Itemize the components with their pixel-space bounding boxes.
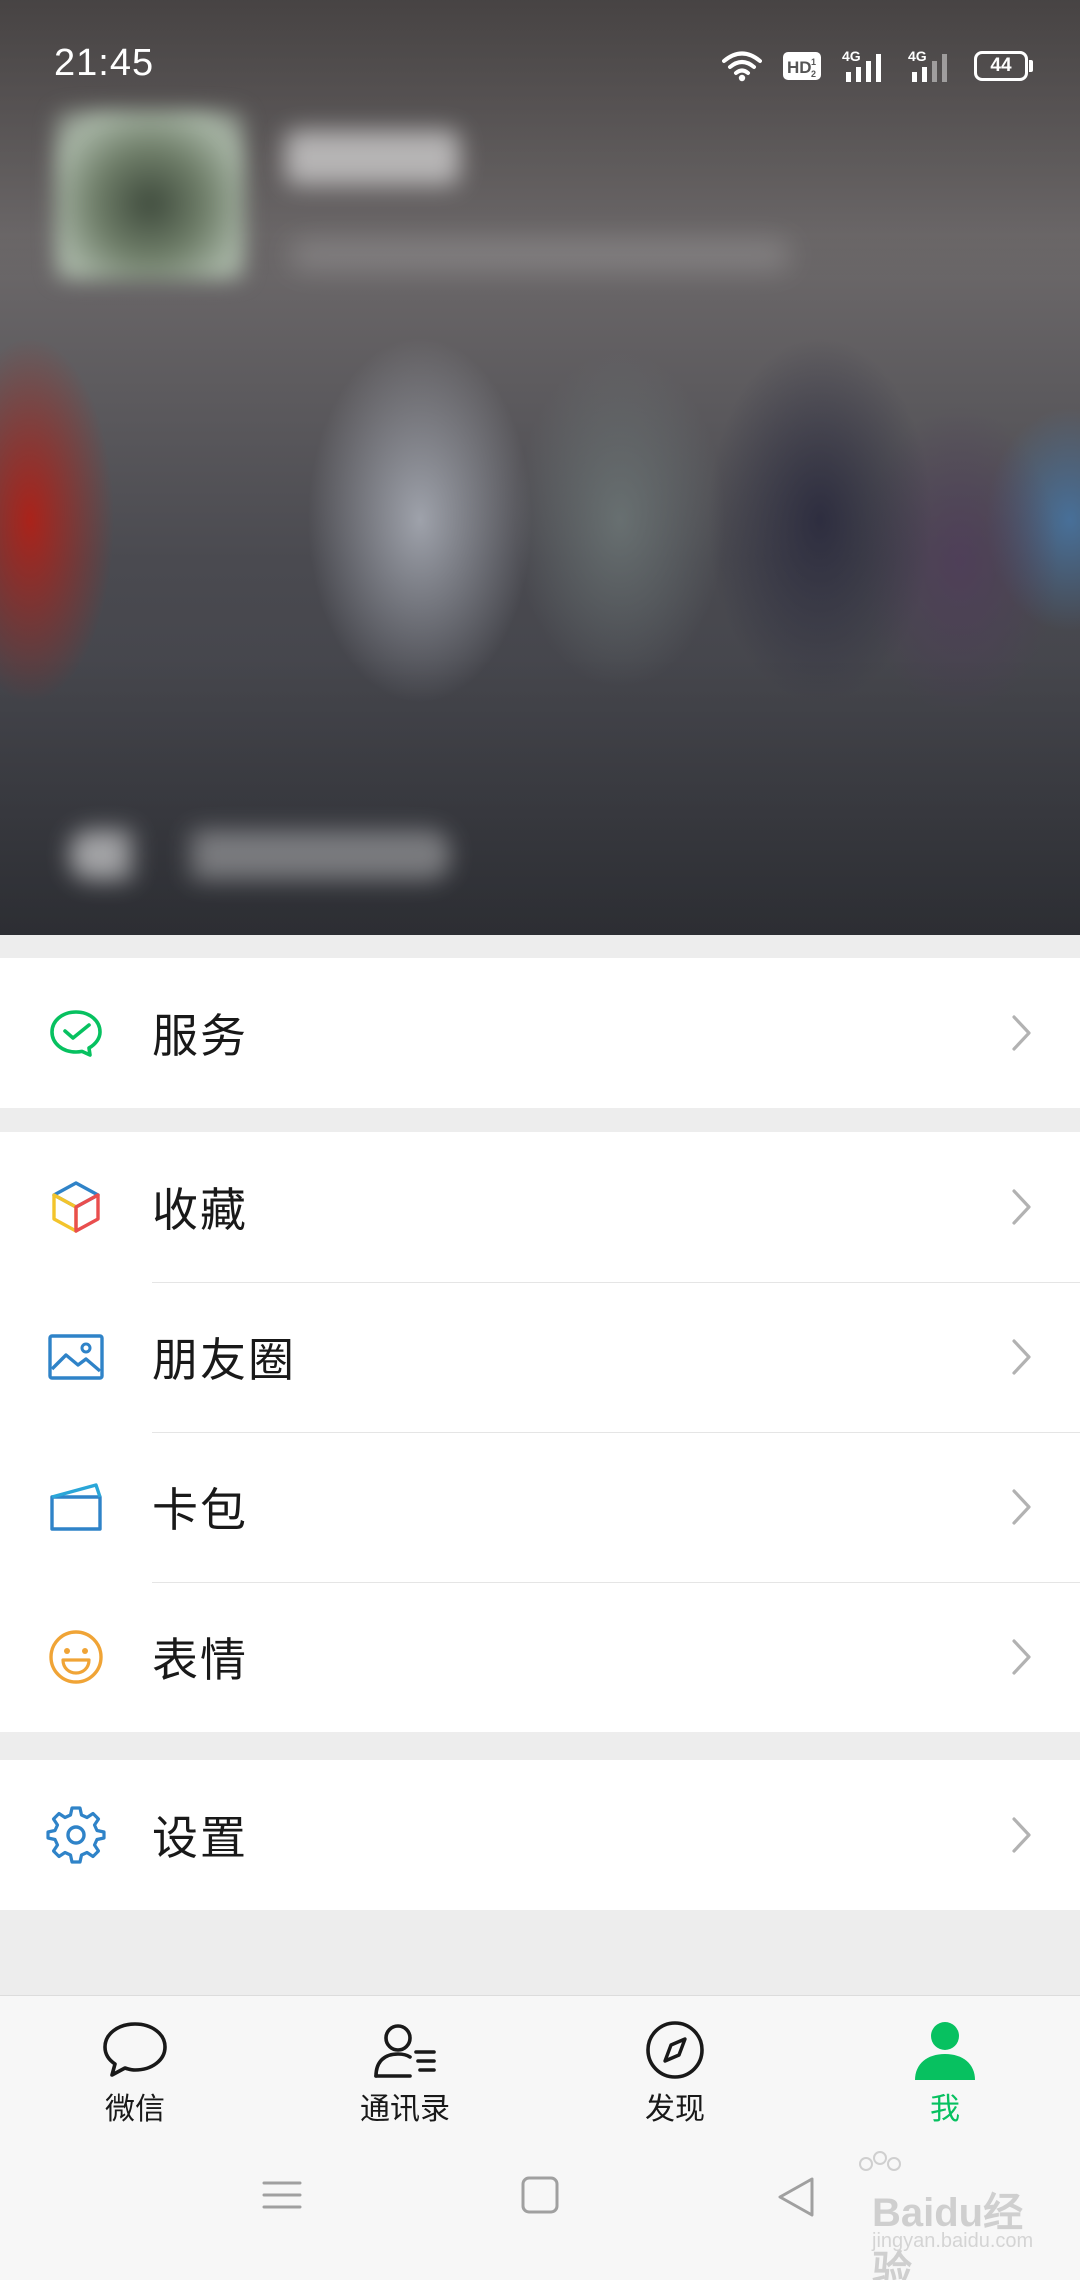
avatar[interactable] [55,110,245,280]
profile-status[interactable] [70,830,450,880]
wechat-id [290,240,790,270]
back-icon[interactable] [776,2175,816,2219]
tab-me[interactable]: 我 [810,1996,1080,2136]
contacts-icon [374,2024,436,2078]
chevron-right-icon [1012,1189,1031,1225]
wifi-icon [722,51,762,82]
status-bar: 21:45 HD 1 2 4G 4G 44 [0,0,1080,130]
menu-item-settings[interactable]: 设置 [0,1760,1080,1910]
menu-label-moments: 朋友圈 [152,1333,296,1387]
image-icon [48,1334,104,1380]
chevron-right-icon [1012,1817,1031,1853]
home-icon[interactable] [520,2175,560,2215]
tab-label-contacts: 通讯录 [360,2092,450,2127]
tab-chats[interactable]: 微信 [0,1996,270,2136]
hd-label: HD [787,58,812,77]
menu-label-services: 服务 [152,1009,248,1063]
compass-icon [646,2021,704,2079]
chevron-right-icon [1012,1015,1031,1051]
signal-icon-2: 4G [908,48,947,82]
tab-contacts[interactable]: 通讯录 [270,1996,540,2136]
chat-bubble-icon [103,2022,167,2077]
smiley-icon [49,1630,103,1684]
chevron-right-icon [1012,1489,1031,1525]
menu-label-stickers: 表情 [152,1633,248,1687]
status-icons: HD 1 2 4G 4G 44 [722,46,1033,86]
battery-level: 44 [990,55,1012,76]
svg-text:1: 1 [811,57,816,67]
network-label-2: 4G [908,48,927,64]
svg-text:2: 2 [811,69,816,79]
signal-icon-1: 4G [842,48,881,82]
menu-icon[interactable] [262,2175,302,2215]
menu-item-services[interactable]: 服务 [0,958,1080,1108]
tab-label-me: 我 [930,2092,960,2127]
card-wallet-icon [50,1483,102,1531]
menu-label-cards: 卡包 [152,1483,248,1537]
chevron-right-icon [1012,1339,1031,1375]
menu-section-services: 服务 [0,958,1080,1108]
menu-item-cards[interactable]: 卡包 [0,1432,1080,1582]
gear-icon [46,1806,106,1864]
menu-item-favorites[interactable]: 收藏 [0,1132,1080,1282]
menu-section-main: 收藏 朋友圈 卡包 表情 [0,1132,1080,1732]
profile-header[interactable] [0,0,1080,935]
person-icon [915,2022,975,2080]
cube-icon [52,1181,100,1233]
system-nav-bar [0,2135,1080,2280]
menu-section-settings: 设置 [0,1760,1080,1910]
chevron-right-icon [1012,1639,1031,1675]
menu-item-stickers[interactable]: 表情 [0,1582,1080,1732]
wechat-pay-icon [50,1010,102,1057]
tab-discover[interactable]: 发现 [540,1996,810,2136]
tab-label-discover: 发现 [645,2092,705,2127]
battery-icon: 44 [974,51,1033,81]
tab-label-chats: 微信 [105,2092,165,2127]
status-time: 21:45 [54,42,155,84]
hd-icon: HD 1 2 [783,52,821,80]
profile-name [285,130,460,185]
screen: 21:45 HD 1 2 4G 4G 44 服务 收藏 朋友圈 卡包 表情 设置… [0,0,1080,2280]
menu-label-settings: 设置 [152,1811,248,1865]
bottom-tab-bar: 微信 通讯录 发现 我 [0,1995,1080,2136]
network-label-1: 4G [842,48,861,64]
menu-item-moments[interactable]: 朋友圈 [0,1282,1080,1432]
menu-label-favorites: 收藏 [152,1183,248,1237]
